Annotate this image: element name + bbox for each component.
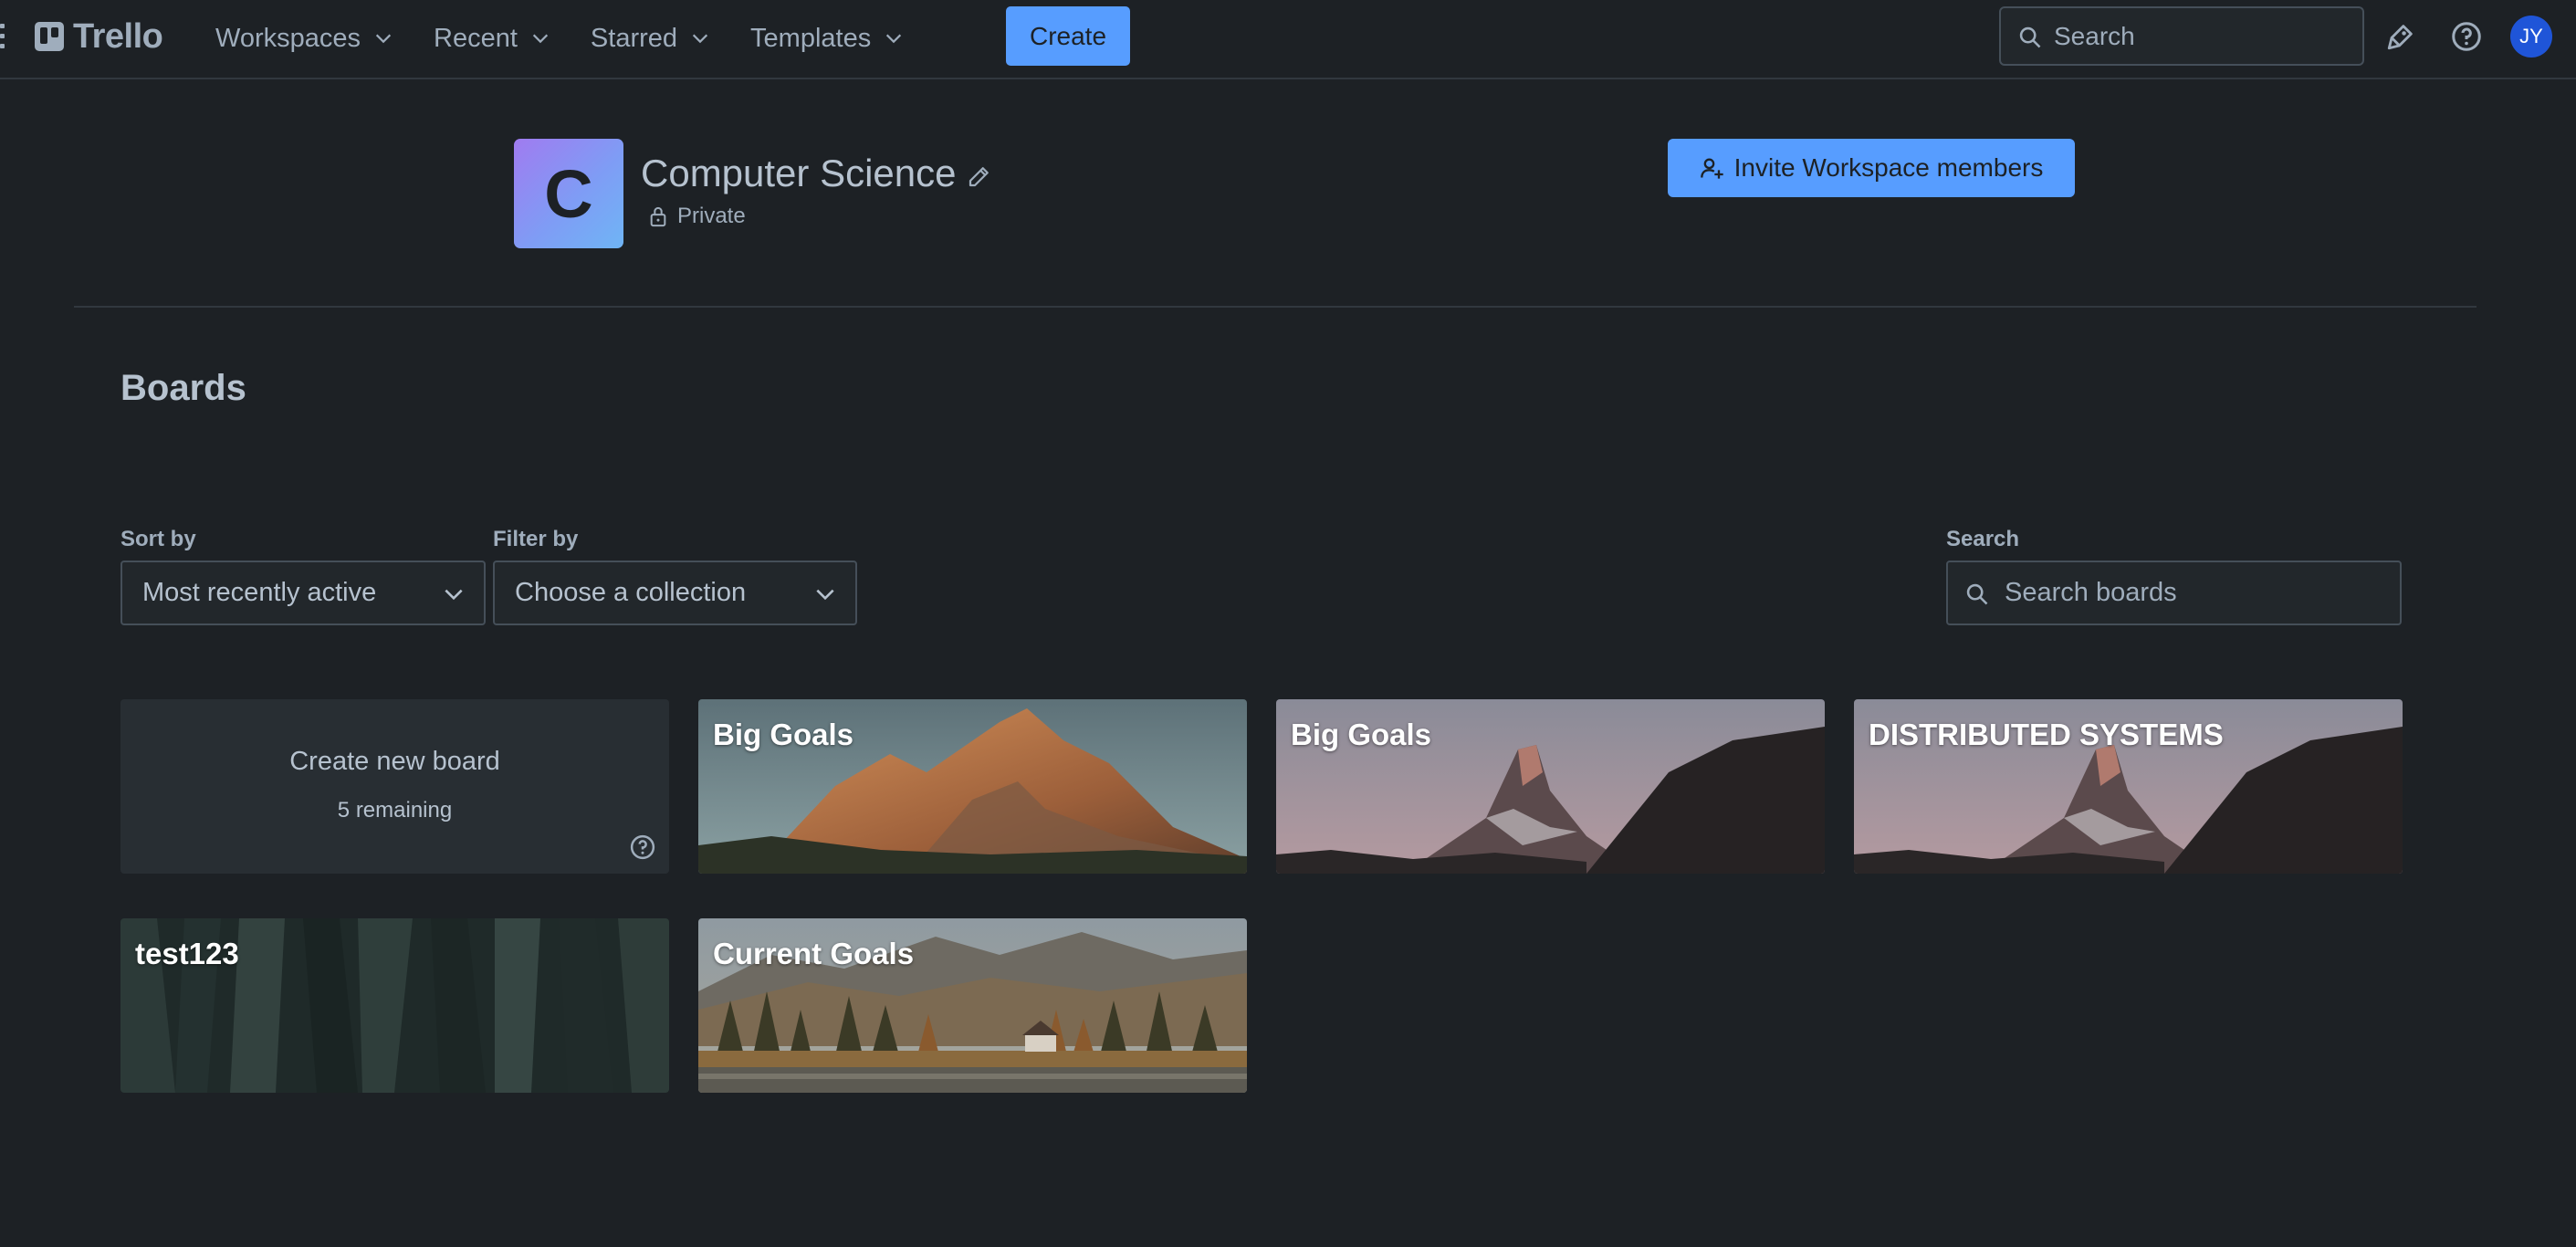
board-tile[interactable]: Big Goals xyxy=(698,699,1247,874)
top-navigation: Trello Workspaces Recent Starred Templat… xyxy=(0,0,2576,79)
invite-members-button[interactable]: Invite Workspace members xyxy=(1668,139,2075,197)
filter-by-label: Filter by xyxy=(493,527,579,551)
visibility-label: Private xyxy=(677,204,746,228)
edit-workspace-icon[interactable] xyxy=(966,162,993,190)
user-avatar[interactable]: JY xyxy=(2510,16,2552,58)
nav-starred-dropdown[interactable]: Starred xyxy=(576,13,725,64)
board-title: test123 xyxy=(135,937,239,970)
search-icon xyxy=(2019,26,2041,48)
create-button[interactable]: Create xyxy=(1006,6,1130,66)
workspace-visibility[interactable]: Private xyxy=(648,204,746,229)
search-boards-label: Search xyxy=(1946,527,2020,551)
invite-button-label: Invite Workspace members xyxy=(1733,153,2044,182)
filter-by-value: Choose a collection xyxy=(515,578,747,607)
board-title: Current Goals xyxy=(713,937,915,970)
workspace-logo: C xyxy=(514,139,623,248)
board-title: Big Goals xyxy=(1291,718,1432,751)
board-tile[interactable]: Big Goals xyxy=(1276,699,1825,874)
global-search[interactable] xyxy=(1999,6,2364,66)
boards-remaining: 5 remaining xyxy=(337,798,453,823)
chevron-down-icon xyxy=(886,34,902,44)
chevron-down-icon xyxy=(445,589,463,601)
nav-item-label: Templates xyxy=(750,23,872,53)
chevron-down-icon xyxy=(692,34,708,44)
board-tile[interactable]: DISTRIBUTED SYSTEMS xyxy=(1854,699,2403,874)
global-search-input[interactable] xyxy=(2054,21,2346,51)
search-boards-field[interactable] xyxy=(1946,561,2402,625)
chevron-down-icon xyxy=(816,589,834,601)
nav-menu: Workspaces Recent Starred Templates xyxy=(201,13,929,64)
nav-item-label: Starred xyxy=(590,23,678,53)
notifications-icon[interactable] xyxy=(2382,18,2419,55)
add-person-icon xyxy=(1700,158,1723,179)
chevron-down-icon xyxy=(375,34,392,44)
filter-by-select[interactable]: Choose a collection xyxy=(493,561,857,625)
search-boards-input[interactable] xyxy=(2005,578,2388,608)
nav-item-label: Recent xyxy=(434,23,518,53)
search-icon xyxy=(1966,583,1988,605)
lock-icon xyxy=(650,206,666,227)
help-icon[interactable] xyxy=(2448,18,2485,55)
create-new-board-tile[interactable]: Create new board 5 remaining xyxy=(120,699,669,874)
app-switcher-icon[interactable] xyxy=(0,24,5,51)
nav-templates-dropdown[interactable]: Templates xyxy=(736,13,918,64)
board-title: Big Goals xyxy=(713,718,854,751)
nav-workspaces-dropdown[interactable]: Workspaces xyxy=(201,13,408,64)
logo-text: Trello xyxy=(73,16,163,56)
boards-heading: Boards xyxy=(120,368,246,408)
trello-logo[interactable]: Trello xyxy=(35,16,163,56)
board-title: DISTRIBUTED SYSTEMS xyxy=(1869,718,2224,751)
workspace-name: Computer Science xyxy=(641,152,957,194)
chevron-down-icon xyxy=(532,34,549,44)
sort-by-select[interactable]: Most recently active xyxy=(120,561,486,625)
nav-item-label: Workspaces xyxy=(215,23,361,53)
board-tile[interactable]: Current Goals xyxy=(698,918,1247,1093)
board-tile[interactable]: test123 xyxy=(120,918,669,1093)
sort-by-label: Sort by xyxy=(120,527,196,551)
nav-recent-dropdown[interactable]: Recent xyxy=(419,13,565,64)
trello-logo-icon xyxy=(35,22,64,51)
help-icon[interactable] xyxy=(629,833,656,861)
section-divider xyxy=(74,306,2477,308)
create-board-label: Create new board xyxy=(289,747,500,776)
sort-by-value: Most recently active xyxy=(142,578,377,607)
